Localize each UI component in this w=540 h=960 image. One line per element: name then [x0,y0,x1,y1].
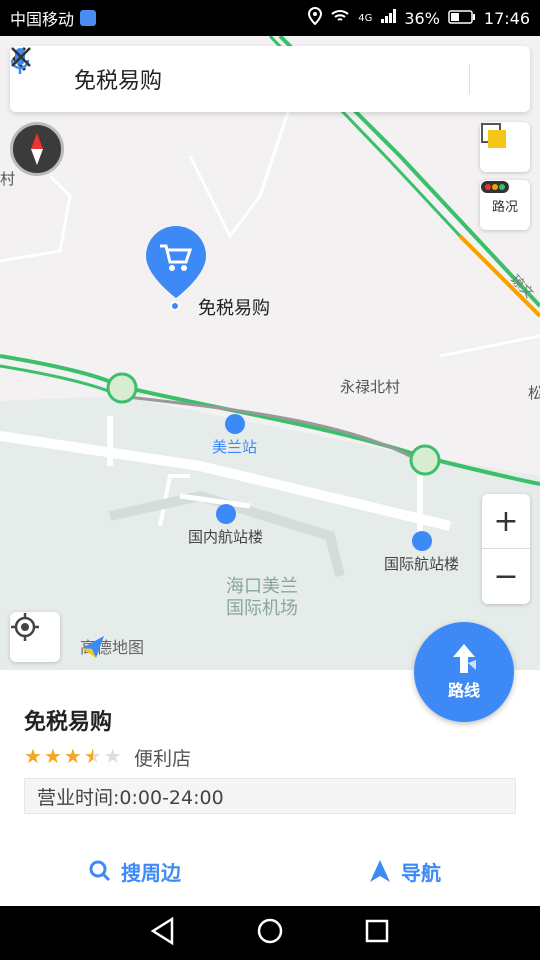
poi-rating: ★ ★ ★ ★ ★ [24,744,122,768]
square-recents-icon [365,919,389,943]
paw-app-icon [80,10,97,26]
domestic-terminal-label: 国内航站楼 [188,528,264,546]
map-poi-station[interactable]: 美兰站 [212,414,257,457]
intl-terminal-label: 国际航站楼 [384,555,460,573]
clock: 17:46 [483,8,530,28]
amap-logo: 高德地图 [80,634,144,658]
star-full-icon: ★ [24,744,42,768]
locate-icon [11,613,39,641]
search-query[interactable]: 免税易购 [66,63,413,95]
system-nav-bar [0,906,540,960]
route-button[interactable]: 路线 [414,622,514,722]
carrier-name: 中国移动 [10,10,75,29]
map-label-airport: 海口美兰 国际机场 [226,576,298,620]
battery-icon [448,9,476,28]
compass-icon [31,133,43,165]
map-canvas [0,36,540,670]
airport-name-line1: 海口美兰 [226,576,298,597]
poi-title: 免税易购 [24,710,113,735]
airport-name-line2: 国际机场 [226,598,298,619]
location-icon [308,6,323,29]
zoom-in-button[interactable]: + [482,494,530,549]
triangle-back-icon [150,916,174,946]
map-poi-domestic-terminal[interactable]: 国内航站楼 [188,504,263,547]
poi-map-label: 免税易购 [198,298,270,319]
navigate-arrow-icon [370,860,390,882]
airplane-icon [215,504,236,524]
navigate-button[interactable]: 导航 [270,846,540,896]
poi-actions: 搜周边 导航 [0,846,540,896]
search-bar: 免税易购 [10,46,530,112]
circle-home-icon [257,918,283,944]
traffic-label: 路况 [491,199,518,215]
route-label: 路线 [447,681,480,700]
nav-recents-button[interactable] [364,918,390,948]
nearby-search-button[interactable]: 搜周边 [0,846,270,896]
traffic-button[interactable]: 路况 [480,180,530,230]
network-type: 4G [358,12,373,24]
close-icon [11,47,31,67]
voice-button[interactable] [10,46,469,112]
nearby-label: 搜周边 [121,860,181,885]
compass-button[interactable] [10,122,64,176]
signal-icon [380,8,397,28]
locate-button[interactable] [10,612,60,662]
navigate-label: 导航 [401,860,441,885]
zoom-control: + − [482,494,530,604]
star-full-icon: ★ [63,744,82,768]
zoom-out-button[interactable]: − [482,549,530,604]
search-icon [89,860,111,882]
traffic-light-icon [481,181,509,193]
station-label: 美兰站 [212,438,258,456]
map-poi-intl-terminal[interactable]: 国际航站楼 [384,531,459,574]
map-view[interactable]: 村 永禄北村 松 琼文 美兰站 国内航站楼 国际航站楼 海口美兰 国际机场 免税… [0,36,540,670]
map-label-village: 永禄北村 [340,378,401,396]
status-bar: 中国移动 4G 36% 17:46 [0,0,540,36]
route-arrow-icon [453,644,476,673]
shopping-cart-marker-icon [146,226,206,298]
map-label-right-edge: 松 [528,384,540,402]
star-empty-icon: ★ [103,744,122,768]
poi-dot [170,301,180,311]
airplane-icon [411,531,432,551]
close-button[interactable] [11,46,530,112]
layers-button[interactable] [480,122,530,172]
star-half-icon: ★ [83,744,102,768]
nav-back-button[interactable] [150,916,176,949]
amap-logo-icon [82,636,104,658]
train-station-icon [224,414,245,434]
poi-hours: 营业时间:0:00-24:00 [24,778,516,814]
battery-percent: 36% [404,8,440,28]
layers-icon [481,123,506,148]
nav-home-button[interactable] [256,917,284,949]
star-full-icon: ★ [43,744,62,768]
poi-category: 便利店 [134,748,192,770]
wifi-icon [330,8,350,28]
